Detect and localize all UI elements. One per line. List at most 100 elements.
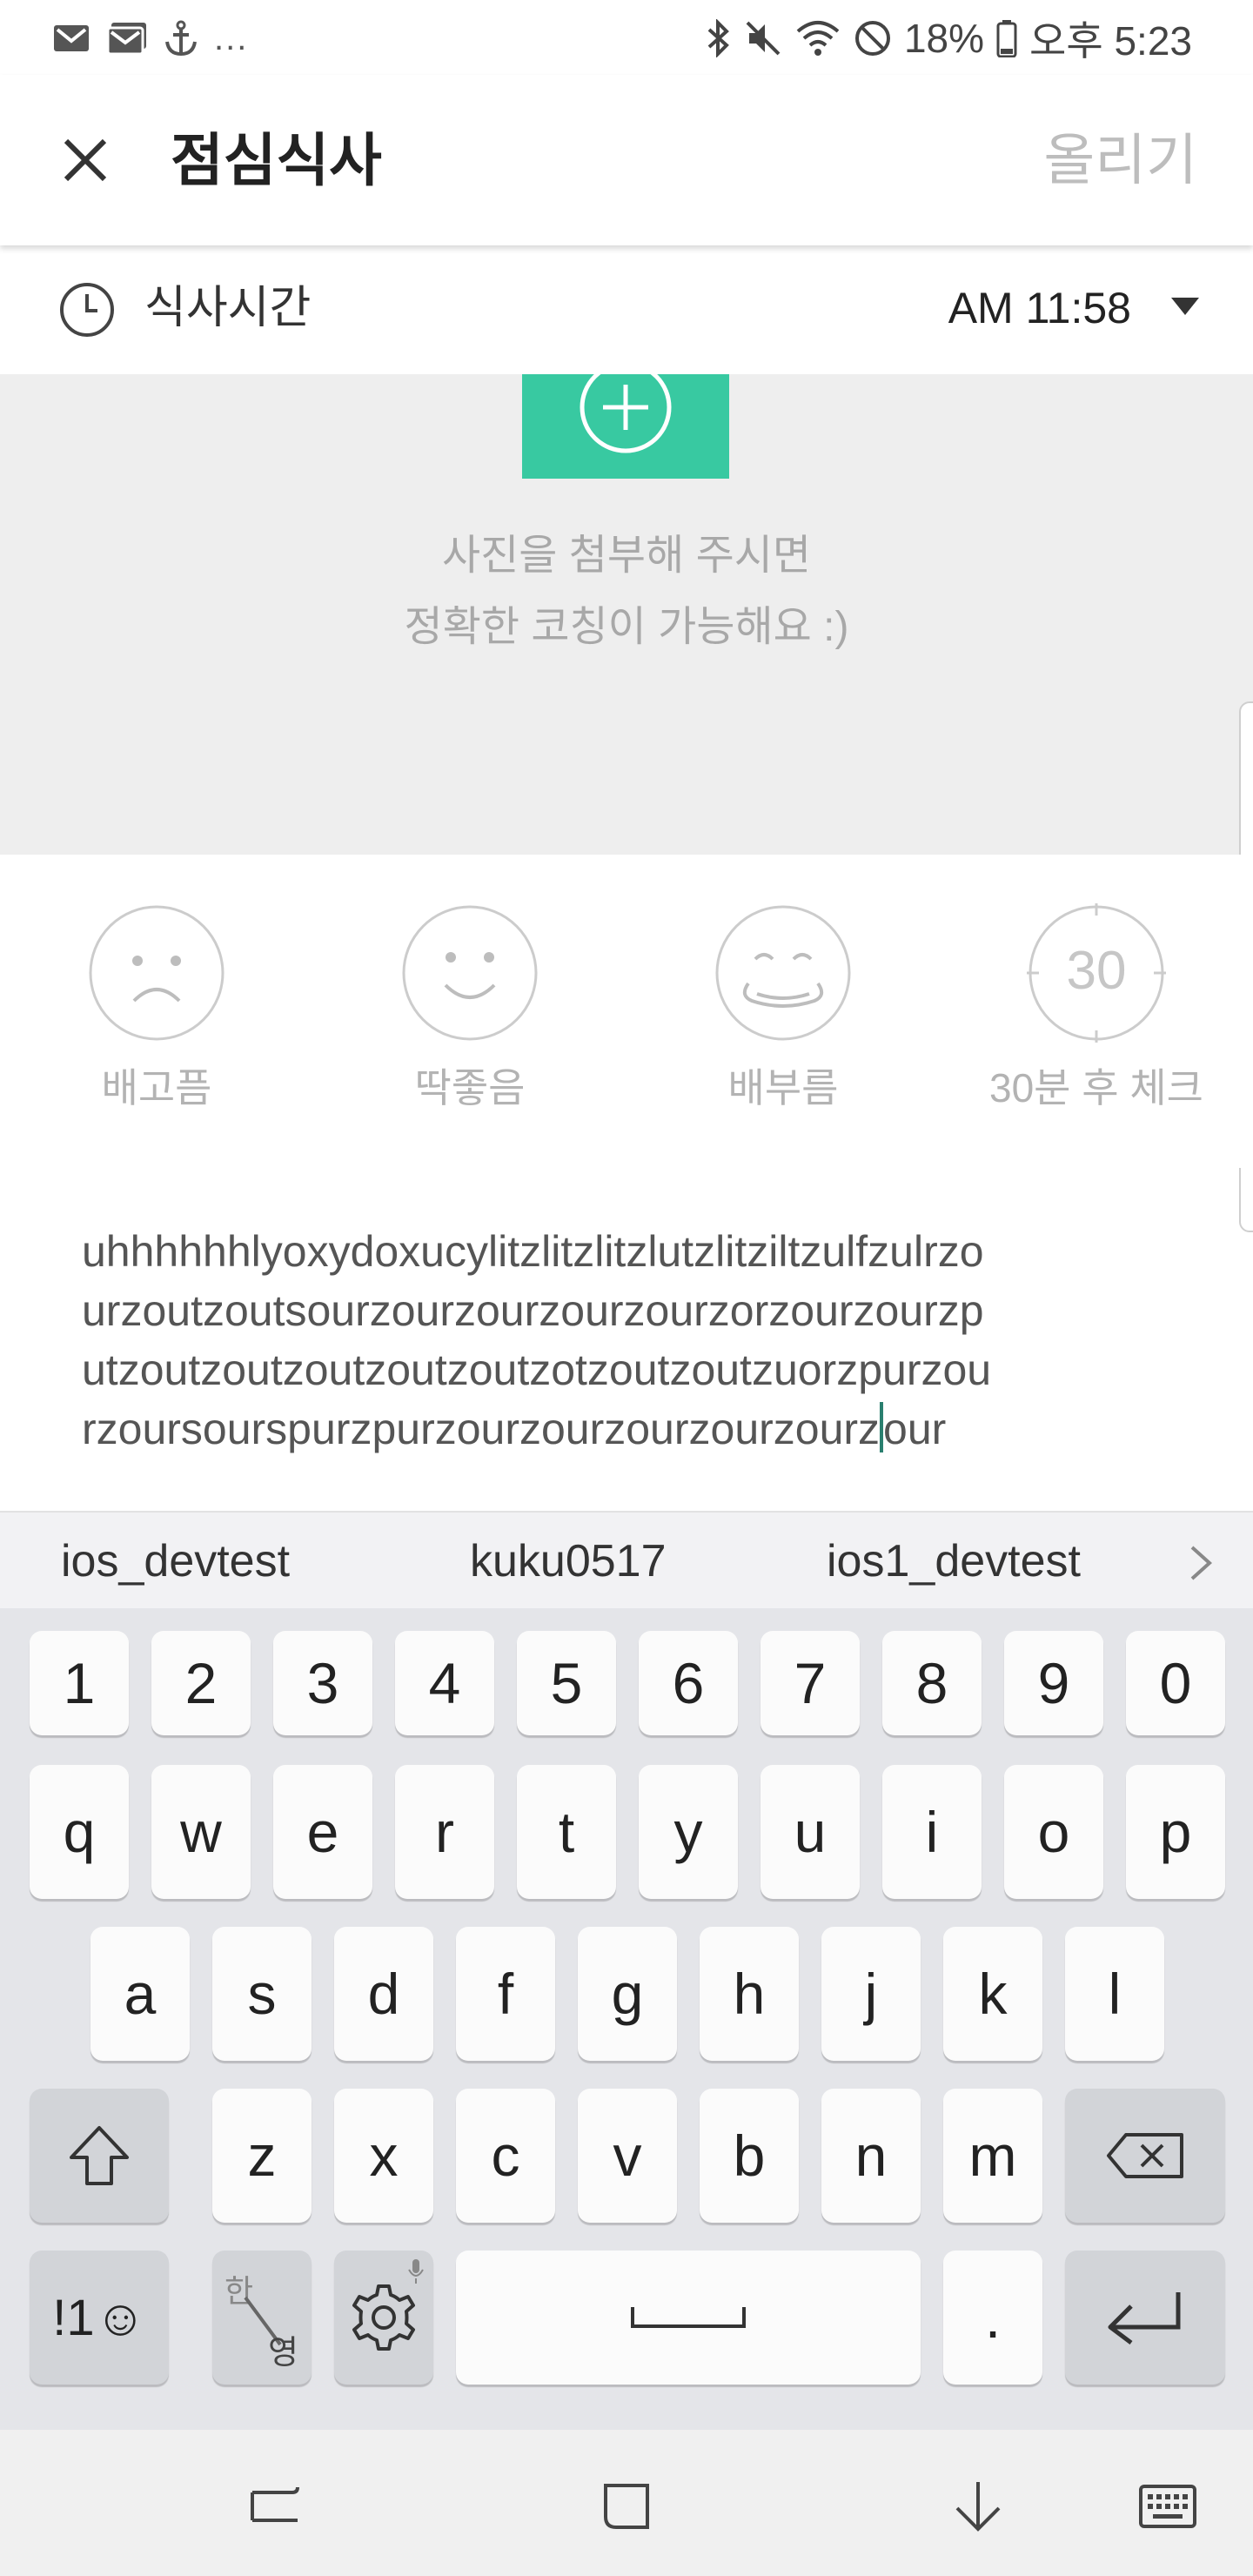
key-f[interactable]: f xyxy=(456,1927,555,2061)
key-v[interactable]: v xyxy=(578,2089,677,2223)
app-bar: 점심식사 올리기 xyxy=(0,75,1253,245)
key-z[interactable]: z xyxy=(212,2089,312,2223)
feeling-hungry-option[interactable]: 배고픔 xyxy=(44,903,270,1114)
anchor-icon xyxy=(164,19,198,57)
key-x[interactable]: x xyxy=(334,2089,433,2223)
meal-time-value[interactable]: AM 11:58 xyxy=(948,277,1131,339)
mute-icon xyxy=(744,19,782,57)
key-4[interactable]: 4 xyxy=(395,1631,494,1735)
key-q[interactable]: q xyxy=(30,1765,129,1899)
meal-time-label: 식사시간 xyxy=(144,283,312,333)
key-n[interactable]: n xyxy=(821,2089,921,2223)
key-1[interactable]: 1 xyxy=(30,1631,129,1735)
suggestion-item[interactable]: ios_devtest xyxy=(61,1513,290,1610)
backspace-key[interactable] xyxy=(1065,2089,1225,2223)
do-not-disturb-icon xyxy=(854,19,892,57)
key-8[interactable]: 8 xyxy=(882,1631,982,1735)
bluetooth-icon xyxy=(706,19,732,57)
feeling-label: 딱좋음 xyxy=(414,1065,526,1110)
suggestion-item[interactable]: ios1_devtest xyxy=(827,1513,1081,1610)
language-english-label: 영 xyxy=(268,2335,298,2371)
memo-text-input[interactable]: uhhhhhhlyoxydoxucylitzlitzlitzlutzlitzil… xyxy=(82,1222,1213,1459)
memo-line-tail: our xyxy=(883,1405,947,1453)
photo-attach-area: 사진을 첨부해 주시면 정확한 코칭이 가능해요 :) xyxy=(0,369,1253,855)
mic-icon xyxy=(408,2259,424,2284)
clock-time: 오후 5:23 xyxy=(1029,18,1192,64)
key-d[interactable]: d xyxy=(334,1927,433,2061)
dropdown-arrow-icon[interactable] xyxy=(1169,296,1201,317)
key-2[interactable]: 2 xyxy=(151,1631,251,1735)
feeling-label: 배부름 xyxy=(727,1065,839,1110)
chevron-right-icon[interactable] xyxy=(1187,1544,1215,1582)
enter-key[interactable] xyxy=(1065,2251,1225,2385)
plus-circle-icon xyxy=(580,369,672,453)
home-square-icon xyxy=(604,2484,649,2529)
key-u[interactable]: u xyxy=(761,1765,860,1899)
backspace-icon xyxy=(1107,2133,1183,2178)
settings-key[interactable] xyxy=(334,2251,433,2385)
clock-icon xyxy=(60,283,114,337)
key-g[interactable]: g xyxy=(578,1927,677,2061)
meal-time-row[interactable]: 식사시간 AM 11:58 xyxy=(0,245,1253,374)
key-e[interactable]: e xyxy=(273,1765,372,1899)
memo-line-text: rzoursourspurzpurzourzourzourzourzourz xyxy=(82,1405,881,1453)
feeling-check-later-option[interactable]: 30 30분 후 체크 xyxy=(983,903,1209,1114)
shift-key[interactable] xyxy=(30,2089,169,2223)
key-9[interactable]: 9 xyxy=(1004,1631,1103,1735)
close-icon xyxy=(64,138,107,182)
key-0[interactable]: 0 xyxy=(1126,1631,1225,1735)
key-a[interactable]: a xyxy=(90,1927,190,2061)
space-icon xyxy=(631,2307,746,2328)
add-photo-button[interactable] xyxy=(522,369,729,479)
key-l[interactable]: l xyxy=(1065,1927,1164,2061)
shift-icon xyxy=(70,2126,129,2185)
suggestion-item[interactable]: kuku0517 xyxy=(470,1513,667,1610)
key-k[interactable]: k xyxy=(943,1927,1042,2061)
key-t[interactable]: t xyxy=(517,1765,616,1899)
close-button[interactable] xyxy=(52,127,118,193)
photo-hint-line: 사진을 첨부해 주시면 xyxy=(441,533,812,579)
sad-face-icon xyxy=(89,905,224,1041)
key-3[interactable]: 3 xyxy=(273,1631,372,1735)
chevron-down-icon xyxy=(955,2482,1001,2532)
key-m[interactable]: m xyxy=(943,2089,1042,2223)
key-6[interactable]: 6 xyxy=(639,1631,738,1735)
gear-icon xyxy=(352,2284,415,2351)
key-7[interactable]: 7 xyxy=(761,1631,860,1735)
key-r[interactable]: r xyxy=(395,1765,494,1899)
back-hide-keyboard-button[interactable] xyxy=(943,2472,1013,2541)
key-b[interactable]: b xyxy=(700,2089,799,2223)
feeling-full-option[interactable]: 배부름 xyxy=(670,903,896,1114)
feeling-selector: 배고픔 딱좋음 배부름 30 30분 후 체크 xyxy=(0,855,1253,1168)
key-s[interactable]: s xyxy=(212,1927,312,2061)
key-h[interactable]: h xyxy=(700,1927,799,2061)
smile-face-icon xyxy=(402,905,538,1041)
battery-level: 18% xyxy=(903,16,985,61)
symbols-key[interactable]: !1☺ xyxy=(30,2251,169,2385)
keyboard-icon xyxy=(1139,2485,1196,2528)
suggestion-bar: ios_devtest kuku0517 ios1_devtest xyxy=(0,1511,1253,1610)
key-5[interactable]: 5 xyxy=(517,1631,616,1735)
feeling-good-option[interactable]: 딱좋음 xyxy=(357,903,583,1114)
post-button[interactable]: 올리기 xyxy=(1043,117,1197,204)
timer-30-icon: 30 xyxy=(1027,903,1166,1043)
space-key[interactable] xyxy=(456,2251,921,2385)
recent-apps-button[interactable] xyxy=(240,2472,310,2541)
photo-hint-text: 사진을 첨부해 주시면 정확한 코칭이 가능해요 :) xyxy=(0,520,1253,663)
period-key[interactable]: . xyxy=(943,2251,1042,2385)
key-i[interactable]: i xyxy=(882,1765,982,1899)
key-w[interactable]: w xyxy=(151,1765,251,1899)
memo-line: rzoursourspurzpurzourzourzourzourzourzou… xyxy=(82,1399,1213,1459)
language-switch-key[interactable]: 한 영 xyxy=(212,2251,312,2385)
keyboard-switch-button[interactable] xyxy=(1133,2472,1203,2541)
key-p[interactable]: p xyxy=(1126,1765,1225,1899)
key-y[interactable]: y xyxy=(639,1765,738,1899)
home-button[interactable] xyxy=(592,2472,661,2541)
battery-icon xyxy=(996,19,1017,57)
enter-icon xyxy=(1108,2292,1181,2345)
key-j[interactable]: j xyxy=(821,1927,921,2061)
key-c[interactable]: c xyxy=(456,2089,555,2223)
feeling-label: 배고픔 xyxy=(101,1065,212,1110)
feeling-label: 30분 후 체크 xyxy=(988,1065,1203,1110)
key-o[interactable]: o xyxy=(1004,1765,1103,1899)
